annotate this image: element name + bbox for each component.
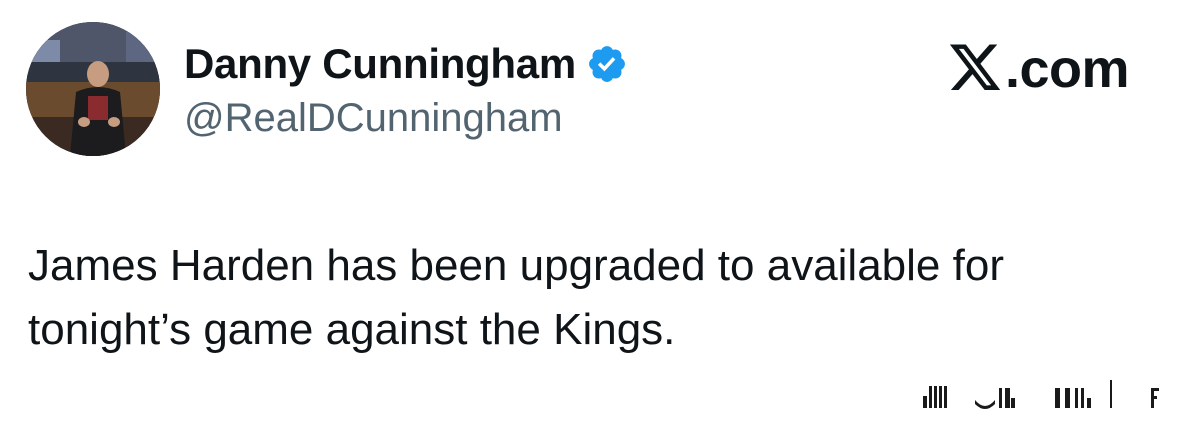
display-name[interactable]: Danny Cunningham (184, 40, 576, 88)
watermark-glyphs (923, 380, 1159, 409)
author-name-row: Danny Cunningham (184, 38, 628, 90)
tweet-line: James Harden has been upgraded to availa… (28, 241, 1004, 290)
brand-domain-text: .com (1004, 39, 1130, 99)
profile-avatar[interactable] (26, 22, 160, 156)
avatar-photo (26, 22, 160, 156)
tweet-text: James Harden has been upgraded to availa… (28, 234, 1158, 362)
verified-badge-icon (588, 46, 625, 82)
author-handle[interactable]: @RealDCunningham (184, 96, 563, 141)
x-com-brand: .com (947, 39, 1130, 99)
watermark-mark (915, 376, 1165, 412)
tweet-line: tonight’s game against the Kings. (28, 305, 676, 354)
x-logo-icon (949, 44, 1001, 90)
